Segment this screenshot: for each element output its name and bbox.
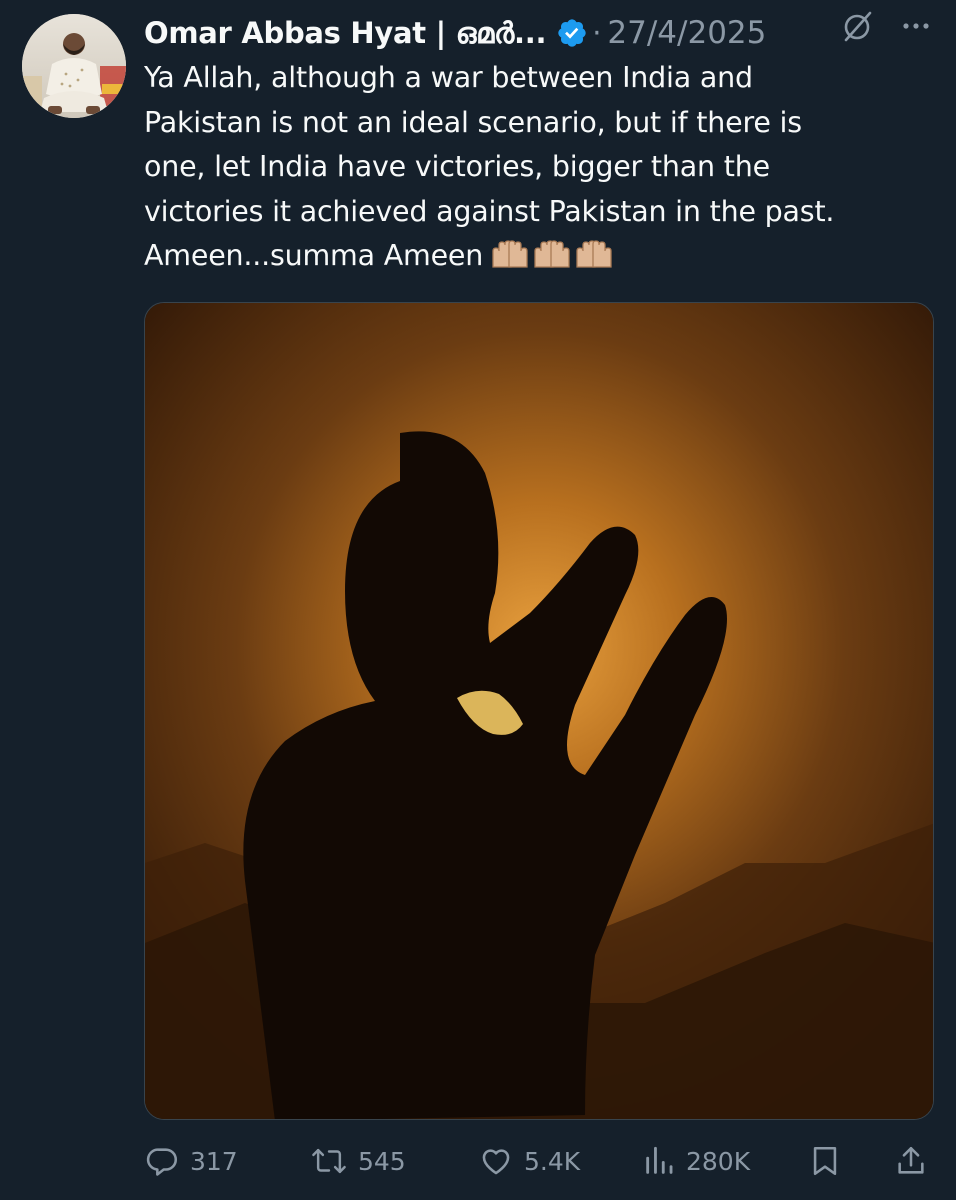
repost-count: 545 <box>358 1146 406 1176</box>
bookmark-icon <box>813 1146 837 1176</box>
analytics-icon <box>646 1146 673 1174</box>
grok-icon[interactable] <box>842 10 874 42</box>
tweet-text-line: one, let India have victories, bigger th… <box>144 150 770 183</box>
avatar[interactable] <box>22 14 126 118</box>
bookmark-button[interactable] <box>808 1138 842 1184</box>
tweet-text: Ya Allah, although a war between India a… <box>144 56 944 279</box>
repost-icon <box>312 1148 346 1174</box>
tweet[interactable]: Omar Abbas Hyat | ഒമർ... · 27/4/2025 Ya … <box>0 0 956 1200</box>
tweet-text-line: Pakistan is not an ideal scenario, but i… <box>144 105 802 139</box>
heart-icon <box>482 1149 510 1175</box>
share-button[interactable] <box>894 1138 928 1184</box>
tweet-text-last-line: Ameen...summa Ameen <box>144 234 944 279</box>
verified-badge-icon[interactable] <box>556 17 588 49</box>
palms-up-together-emoji <box>576 240 612 268</box>
palms-up-together-emoji <box>492 240 528 268</box>
views-count: 280K <box>686 1146 751 1176</box>
avatar-image <box>22 14 126 118</box>
display-name[interactable]: Omar Abbas Hyat | ഒമർ... <box>144 16 546 51</box>
views-button[interactable]: 280K <box>642 1138 750 1184</box>
reply-button[interactable]: 317 <box>146 1138 238 1184</box>
tweet-text-line: Ameen...summa Ameen <box>144 239 484 272</box>
like-count: 5.4K <box>524 1146 581 1176</box>
emoji-group <box>489 239 615 271</box>
tweet-text-line: victories it achieved against Pakistan i… <box>144 194 835 228</box>
tweet-media[interactable] <box>144 302 934 1120</box>
action-bar: 317 545 5.4K 280K <box>144 1138 944 1184</box>
repost-button[interactable]: 545 <box>310 1138 406 1184</box>
meta-separator: · <box>592 16 602 50</box>
like-button[interactable]: 5.4K <box>478 1138 580 1184</box>
media-image <box>145 303 933 1119</box>
tweet-text-line: Ya Allah, although a war between India a… <box>144 61 753 94</box>
more-options-icon[interactable] <box>898 8 934 44</box>
reply-count: 317 <box>190 1146 238 1176</box>
share-icon <box>898 1146 924 1174</box>
post-date[interactable]: 27/4/2025 <box>607 15 766 51</box>
palms-up-together-emoji <box>534 240 570 268</box>
reply-icon <box>146 1148 178 1176</box>
tweet-header: Omar Abbas Hyat | ഒമർ... · 27/4/2025 <box>144 8 956 58</box>
